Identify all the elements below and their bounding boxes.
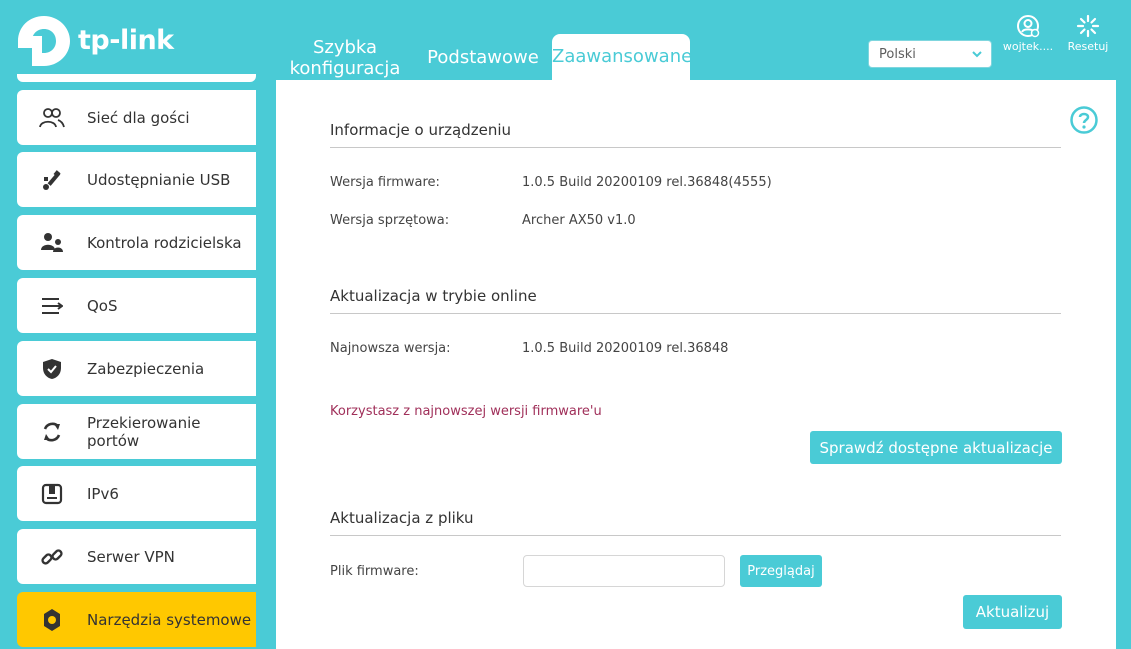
help-button[interactable] bbox=[1069, 105, 1099, 139]
sidebar-item-security[interactable]: Zabezpieczenia bbox=[17, 341, 256, 396]
language-value: Polski bbox=[879, 47, 916, 62]
firmware-version-label: Wersja firmware: bbox=[330, 175, 440, 190]
gear-icon bbox=[17, 608, 87, 632]
firmware-file-label: Plik firmware: bbox=[330, 564, 419, 579]
logo-text: tp-link bbox=[78, 24, 174, 56]
device-info-title: Informacje o urządzeniu bbox=[330, 121, 1061, 148]
ipv6-icon bbox=[17, 483, 87, 505]
file-update-title: Aktualizacja z pliku bbox=[330, 509, 1061, 536]
language-select[interactable]: Polski bbox=[868, 40, 992, 68]
sidebar-top-edge bbox=[17, 74, 256, 82]
tab-quick-setup-line1: Szybka bbox=[312, 37, 378, 58]
hardware-version-value: Archer AX50 v1.0 bbox=[522, 213, 636, 228]
firmware-version-value: 1.0.5 Build 20200109 rel.36848(4555) bbox=[522, 175, 772, 190]
sidebar-item-vpn-server[interactable]: Serwer VPN bbox=[17, 529, 256, 584]
shield-icon bbox=[17, 358, 87, 380]
sidebar-item-qos[interactable]: QoS bbox=[17, 278, 256, 333]
sidebar-item-label: Udostępnianie USB bbox=[87, 170, 231, 189]
help-icon bbox=[1070, 106, 1098, 134]
user-label: wojtek.... bbox=[1002, 40, 1054, 53]
sidebar-item-port-forwarding[interactable]: Przekierowanie portów bbox=[17, 404, 256, 459]
tab-advanced[interactable]: Zaawansowane bbox=[552, 34, 692, 80]
reset-button[interactable]: Resetuj bbox=[1060, 14, 1116, 53]
user-account-button[interactable]: wojtek.... bbox=[1000, 14, 1056, 53]
sidebar-item-label: Narzędzia systemowe bbox=[87, 610, 252, 629]
qos-icon bbox=[17, 296, 87, 316]
sidebar-item-label: Przekierowanie portów bbox=[87, 414, 201, 450]
sidebar-item-system-tools[interactable]: Narzędzia systemowe bbox=[17, 592, 256, 647]
sidebar-item-label-line1: Przekierowanie bbox=[87, 413, 201, 432]
tab-quick-setup[interactable]: Szybka konfiguracja bbox=[278, 37, 412, 79]
browse-button[interactable]: Przeglądaj bbox=[740, 555, 822, 587]
usb-icon bbox=[17, 169, 87, 191]
firmware-file-input[interactable] bbox=[523, 555, 725, 587]
online-update-title: Aktualizacja w trybie online bbox=[330, 287, 1061, 314]
parental-control-icon bbox=[17, 232, 87, 254]
latest-version-value: 1.0.5 Build 20200109 rel.36848 bbox=[522, 341, 729, 356]
sidebar-item-guest-network[interactable]: Sieć dla gości bbox=[17, 90, 256, 145]
sidebar-item-label: Sieć dla gości bbox=[87, 108, 190, 127]
user-icon bbox=[1017, 15, 1040, 38]
forwarding-icon bbox=[17, 421, 87, 443]
tab-basic[interactable]: Podstawowe bbox=[422, 47, 544, 68]
chevron-down-icon bbox=[971, 43, 983, 75]
tp-link-logo: tp-link bbox=[16, 14, 174, 66]
sidebar-item-ipv6[interactable]: IPv6 bbox=[17, 466, 256, 521]
sidebar-item-label: Zabezpieczenia bbox=[87, 359, 205, 378]
hardware-version-label: Wersja sprzętowa: bbox=[330, 213, 450, 228]
check-updates-button[interactable]: Sprawdź dostępne aktualizacje bbox=[810, 431, 1062, 464]
sidebar-item-label-line2: portów bbox=[87, 431, 140, 450]
sidebar-item-label: QoS bbox=[87, 296, 118, 315]
latest-version-label: Najnowsza wersja: bbox=[330, 341, 451, 356]
sidebar-item-label: Serwer VPN bbox=[87, 547, 175, 566]
sidebar-item-parental-control[interactable]: Kontrola rodzicielska bbox=[17, 215, 256, 270]
sidebar-item-label: Kontrola rodzicielska bbox=[87, 233, 242, 252]
link-icon bbox=[17, 546, 87, 568]
sidebar-item-usb-sharing[interactable]: Udostępnianie USB bbox=[17, 152, 256, 207]
tab-quick-setup-line2: konfiguracja bbox=[289, 58, 401, 79]
update-button[interactable]: Aktualizuj bbox=[963, 595, 1062, 629]
reset-icon bbox=[1076, 14, 1100, 38]
guests-icon bbox=[17, 107, 87, 129]
sidebar-item-label: IPv6 bbox=[87, 484, 119, 503]
latest-firmware-note: Korzystasz z najnowszej wersji firmware'… bbox=[330, 404, 602, 419]
tp-link-logo-icon bbox=[18, 16, 70, 66]
reset-label: Resetuj bbox=[1067, 40, 1109, 53]
